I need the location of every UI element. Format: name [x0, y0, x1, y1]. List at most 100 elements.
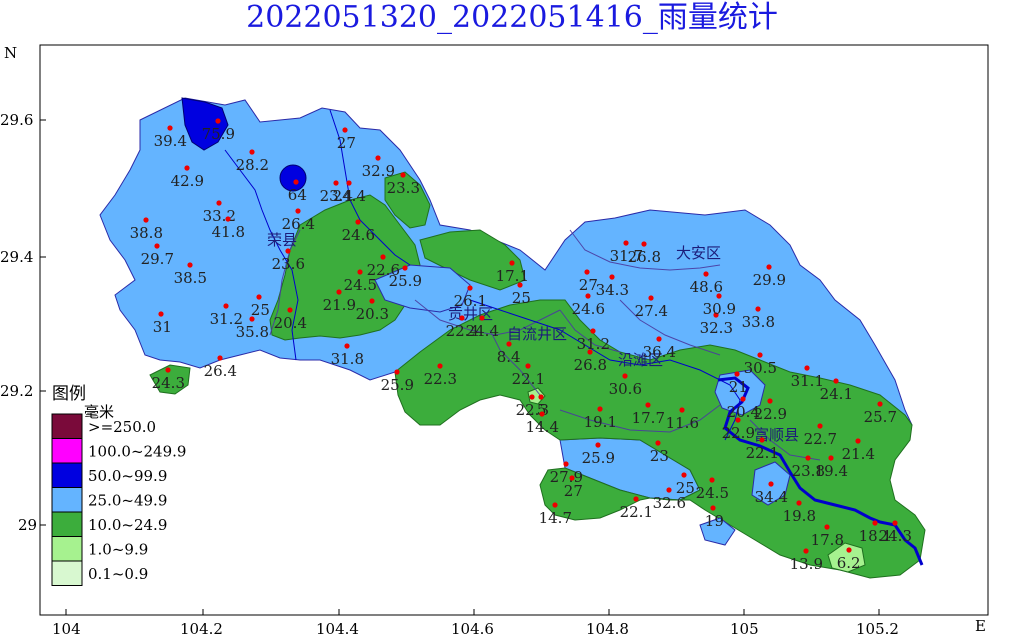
legend-label: 10.0~24.9 — [88, 516, 167, 534]
station-dot — [333, 180, 339, 186]
x-tick-104.4: 104.4 — [316, 620, 359, 638]
station-value: 31 — [153, 318, 172, 336]
station-value: 29.9 — [753, 271, 786, 289]
station-dot — [710, 505, 716, 511]
station-dot — [766, 264, 772, 270]
station-dot — [225, 216, 231, 222]
station-dot — [872, 520, 878, 526]
station-dot — [529, 394, 535, 400]
station-dot — [681, 472, 687, 478]
station-value: 31.8 — [331, 350, 364, 368]
station-value: 22.1 — [746, 444, 779, 462]
station-value: 48.6 — [690, 278, 723, 296]
station-value: 24.3 — [152, 374, 185, 392]
station-dot — [552, 502, 558, 508]
station-dot — [344, 343, 350, 349]
legend-swatch — [51, 487, 83, 513]
station-value: 26.8 — [574, 356, 607, 374]
station-dot — [734, 371, 740, 377]
station-dot — [569, 475, 575, 481]
station-dot — [517, 282, 523, 288]
station-dot — [796, 500, 802, 506]
legend-label: 100.0~249.9 — [88, 443, 186, 461]
station-dot — [655, 440, 661, 446]
station-dot — [623, 240, 629, 246]
legend-label: 0.1~0.9 — [88, 565, 148, 583]
legend-label: 50.0~99.9 — [88, 467, 167, 485]
legend-swatch — [51, 438, 83, 464]
station-value: 21.4 — [842, 445, 875, 463]
station-dot — [585, 293, 591, 299]
station-dot — [249, 149, 255, 155]
legend-swatch — [51, 413, 83, 439]
station-value: 20.4 — [727, 403, 760, 421]
station-dot — [380, 254, 386, 260]
district-daan: 大安区 — [676, 244, 721, 262]
station-value: 34.3 — [596, 281, 629, 299]
station-dot — [437, 363, 443, 369]
east-label: E — [975, 617, 986, 635]
legend-swatch — [51, 536, 83, 562]
x-tick-104: 104 — [52, 620, 81, 638]
station-dot — [187, 262, 193, 268]
legend: 图例 毫米 >=250.0100.0~249.950.0~99.925.0~49… — [51, 384, 186, 586]
station-value: 22.1 — [620, 503, 653, 521]
y-tick-29: 29 — [18, 516, 37, 534]
station-value: 19.8 — [783, 507, 816, 525]
legend-label: >=250.0 — [88, 418, 156, 436]
station-dot — [587, 349, 593, 355]
station-dot — [467, 285, 473, 291]
station-value: 24.6 — [572, 300, 605, 318]
station-value: 30.5 — [744, 359, 777, 377]
station-dot — [217, 355, 223, 361]
station-dot — [805, 455, 811, 461]
station-value: 25 — [512, 289, 531, 307]
y-tick-29.4: 29.4 — [0, 248, 33, 266]
station-value: 17.8 — [811, 531, 844, 549]
station-dot — [803, 548, 809, 554]
station-value: 32.9 — [362, 162, 395, 180]
legend-swatch — [51, 462, 83, 488]
station-dot — [740, 396, 746, 402]
station-dot — [855, 438, 861, 444]
station-dot — [400, 172, 406, 178]
station-value: 22.9 — [722, 424, 755, 442]
station-dot — [346, 180, 352, 186]
station-value: 26.8 — [628, 248, 661, 266]
station-value: 26.4 — [282, 215, 315, 233]
station-value: 24.5 — [344, 276, 377, 294]
y-tick-29.6: 29.6 — [0, 111, 33, 129]
station-value: 33.8 — [742, 313, 775, 331]
station-value: 38.8 — [130, 224, 163, 242]
station-dot — [459, 315, 465, 321]
station-dot — [369, 298, 375, 304]
station-value: 23.8 — [792, 462, 825, 480]
station-dot — [215, 118, 221, 124]
station-dot — [402, 265, 408, 271]
station-dot — [709, 477, 715, 483]
station-dot — [479, 315, 485, 321]
x-tick-105: 105 — [730, 620, 759, 638]
station-dot — [539, 411, 545, 417]
station-value: 35.8 — [236, 323, 269, 341]
station-value: 25.7 — [864, 408, 897, 426]
station-dot — [768, 481, 774, 487]
station-dot — [703, 271, 709, 277]
station-dot — [355, 219, 361, 225]
station-value: 22.4 — [446, 322, 479, 340]
station-dot — [143, 217, 149, 223]
station-value: 25.9 — [389, 272, 422, 290]
station-dot — [595, 442, 601, 448]
station-value: 23.3 — [387, 179, 420, 197]
station-dot — [293, 179, 299, 185]
station-value: 32.3 — [700, 319, 733, 337]
station-value: 75.9 — [202, 125, 235, 143]
station-value: 29.7 — [141, 250, 174, 268]
station-dot — [590, 328, 596, 334]
station-dot — [357, 269, 363, 275]
x-tick-104.6: 104.6 — [451, 620, 494, 638]
station-dot — [216, 200, 222, 206]
station-dot — [609, 274, 615, 280]
station-dot — [154, 243, 160, 249]
station-dot — [633, 496, 639, 502]
